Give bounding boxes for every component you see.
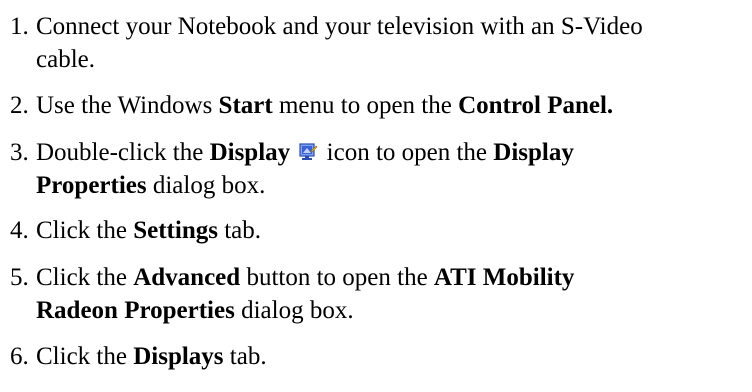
control-panel-term: Control Panel. [458,92,614,119]
step-number: 4. [10,217,29,244]
step-text-continued: Properties dialog box. [10,169,574,202]
advanced-term: Advanced [133,264,241,291]
step-text-continued: cable. [36,46,95,73]
step-4: 4. Click the Settings tab. [10,214,261,247]
step-number: 6. [10,343,29,370]
radeon-properties-term: Radeon Properties [36,297,235,324]
step-text-continued: Radeon Properties dialog box. [10,294,574,327]
ati-mobility-term: ATI Mobility [433,264,575,291]
step-text: Click the [36,217,134,244]
step-3: 3. Double-click the Display icon to open … [10,136,574,202]
step-5: 5. Click the Advanced button to open the … [10,261,574,327]
settings-term: Settings [133,217,218,244]
step-text: menu to open the [272,92,459,119]
step-1: 1. Connect your Notebook and your televis… [10,10,643,76]
step-number: 2. [10,92,29,119]
display-term: Display [493,139,574,166]
step-number: 3. [10,139,29,166]
step-text: dialog box. [146,172,266,199]
step-text: Double-click the [36,139,210,166]
step-number: 5. [10,264,29,291]
step-text: dialog box. [234,297,354,324]
step-text: icon to open the [320,139,494,166]
step-text: tab. [223,343,267,370]
start-menu-term: Start [218,92,273,119]
step-text: Click the [36,264,134,291]
step-2: 2. Use the Windows Start menu to open the… [10,89,613,122]
displays-term: Displays [133,343,224,370]
display-properties-icon [298,138,318,160]
step-text: tab. [217,217,261,244]
step-text: Connect your Notebook and your televisio… [36,13,643,40]
properties-term: Properties [36,172,147,199]
step-number: 1. [10,13,29,40]
step-6: 6. Click the Displays tab. [10,340,267,373]
step-text: button to open the [240,264,434,291]
display-term: Display [209,139,291,166]
step-text: Use the Windows [36,92,219,119]
step-text: Click the [36,343,134,370]
